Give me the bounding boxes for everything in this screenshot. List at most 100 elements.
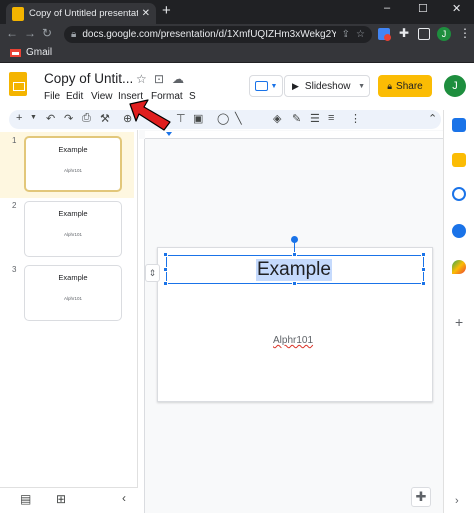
omnibox[interactable]: 🔒︎ docs.google.com/presentation/d/1XmfUQ… [64, 26, 372, 43]
resize-handle-bl[interactable] [163, 281, 168, 286]
collapse-toolbar-icon[interactable]: ⌃ [428, 112, 437, 125]
tab-title: Copy of Untitled presentation - G [29, 8, 138, 19]
slide-thumbnail-1[interactable]: Example Alphr101 [24, 136, 122, 192]
slide-thumbnail-3[interactable]: Example Alphr101 [24, 265, 122, 321]
new-slide-dropdown-icon[interactable]: ▼ [30, 114, 37, 121]
add-addon-icon[interactable]: + [455, 314, 463, 330]
menu-slide[interactable]: S [189, 91, 196, 102]
undo-icon[interactable]: ↶ [46, 112, 55, 125]
slide-number-3: 3 [12, 265, 17, 274]
menu-file[interactable]: File [44, 91, 60, 102]
puzzle-icon[interactable]: ✚ [399, 26, 409, 40]
share-label: Share [396, 80, 423, 92]
expand-panel-icon[interactable]: › [455, 495, 459, 507]
slideshow-dropdown-icon[interactable]: ▼ [358, 83, 365, 90]
paint-format-icon[interactable]: ⚒ [100, 112, 110, 125]
slides-favicon-icon [12, 6, 24, 21]
slideshow-label: Slideshow [304, 80, 351, 92]
slide-number-1: 1 [12, 136, 17, 145]
lock-share-icon: 🔒︎ [387, 80, 393, 91]
filmstrip-view-icon[interactable]: ▤ [20, 492, 31, 506]
tasks-icon[interactable] [452, 187, 466, 201]
bookmark-gmail[interactable]: Gmail [26, 47, 52, 58]
border-weight-icon[interactable]: ☰ [310, 112, 320, 125]
resize-handle-r[interactable] [421, 267, 426, 272]
slide-thumbnail-2[interactable]: Example Alphr101 [24, 201, 122, 257]
bookmarks-bar [0, 44, 474, 63]
thumbnail-subtitle: Alphr101 [63, 296, 82, 301]
maximize-icon[interactable]: ☐ [418, 2, 428, 15]
new-slide-icon[interactable]: + [16, 112, 22, 124]
lock-icon: 🔒︎ [71, 29, 77, 40]
side-panel [443, 110, 474, 513]
maps-icon[interactable] [452, 260, 466, 274]
star-icon[interactable]: ☆ [136, 72, 147, 86]
present-icon [254, 81, 268, 91]
new-tab-button[interactable]: + [162, 3, 171, 18]
redo-icon[interactable]: ↷ [64, 112, 73, 125]
print-icon[interactable]: ⎙ [82, 112, 91, 125]
chrome-menu-icon[interactable]: ⋮ [459, 26, 471, 40]
forward-icon[interactable]: → [24, 26, 36, 40]
bookmark-star-icon[interactable]: ☆ [356, 29, 365, 40]
more-options-icon[interactable]: ⋮ [350, 112, 361, 125]
resize-handle-br[interactable] [421, 281, 426, 286]
sidebar-icon[interactable] [418, 28, 430, 40]
slide-number-2: 2 [12, 201, 17, 210]
menu-edit[interactable]: Edit [66, 91, 83, 102]
contacts-icon[interactable] [452, 224, 466, 238]
present-options-button[interactable]: ▼ [249, 75, 283, 97]
resize-handle-b[interactable] [292, 281, 297, 286]
account-avatar[interactable]: J [444, 75, 466, 97]
text-box-icon[interactable]: ⊤ [176, 112, 186, 125]
cloud-status-icon: ☁ [172, 72, 184, 86]
collapse-filmstrip-icon[interactable]: ‹ [122, 491, 126, 505]
vertical-ruler [139, 139, 145, 513]
grid-view-icon[interactable]: ⊞ [56, 492, 66, 506]
dropdown-arrow-icon: ▼ [270, 82, 278, 90]
ruler-indent-marker-icon[interactable] [166, 132, 172, 136]
thumbnail-title: Example [58, 209, 88, 218]
resize-handle-tl[interactable] [163, 252, 168, 257]
close-window-icon[interactable]: ✕ [452, 2, 461, 15]
play-icon: ▶ [292, 80, 299, 91]
gmail-icon [10, 49, 21, 57]
slide-title-text[interactable]: Example [256, 259, 332, 281]
horizontal-ruler [145, 131, 443, 139]
explore-icon[interactable]: ✚ [411, 487, 431, 507]
thumbnail-subtitle: Alphr101 [63, 232, 82, 237]
reload-icon[interactable]: ↻ [42, 26, 52, 40]
resize-handle-l[interactable] [163, 267, 168, 272]
red-arrow-annotation [129, 99, 171, 131]
keep-icon[interactable] [452, 153, 466, 167]
share-button[interactable]: 🔒︎ Share [378, 75, 432, 97]
menu-view[interactable]: View [91, 91, 113, 102]
thumbnail-subtitle: Alphr101 [63, 168, 82, 173]
slides-logo-icon[interactable] [9, 72, 27, 96]
vertical-align-icon[interactable]: ⇕ [145, 264, 160, 282]
line-icon[interactable]: ╲ [235, 112, 242, 125]
move-folder-icon[interactable]: ⊡ [154, 72, 164, 86]
document-title[interactable]: Copy of Untit... [44, 71, 133, 86]
extension-badge [384, 34, 391, 41]
share-page-icon[interactable]: ⇪ [342, 29, 350, 40]
url-text: docs.google.com/presentation/d/1XmfUQIZH… [82, 29, 336, 40]
rotate-handle[interactable] [291, 236, 298, 243]
thumbnail-title: Example [58, 145, 88, 154]
resize-handle-tr[interactable] [421, 252, 426, 257]
shape-icon[interactable]: ◯ [217, 112, 229, 125]
minimize-icon[interactable]: – [384, 2, 390, 14]
image-icon[interactable]: ▣ [193, 112, 203, 125]
close-tab-icon[interactable]: ✕ [142, 8, 150, 19]
border-dash-icon[interactable]: ≡ [328, 112, 334, 124]
slide-subtitle-text[interactable]: Alphr101 [273, 335, 313, 346]
resize-handle-t[interactable] [292, 252, 297, 257]
slideshow-button[interactable]: ▶ Slideshow ▼ [284, 75, 370, 97]
profile-avatar[interactable]: J [437, 27, 451, 41]
calendar-icon[interactable] [452, 118, 466, 132]
thumbnail-title: Example [58, 273, 88, 282]
back-icon[interactable]: ← [6, 26, 18, 40]
browser-tab[interactable]: Copy of Untitled presentation - G ✕ [6, 3, 156, 24]
border-color-icon[interactable]: ✎ [292, 112, 301, 125]
fill-color-icon[interactable]: ◈ [273, 112, 281, 125]
